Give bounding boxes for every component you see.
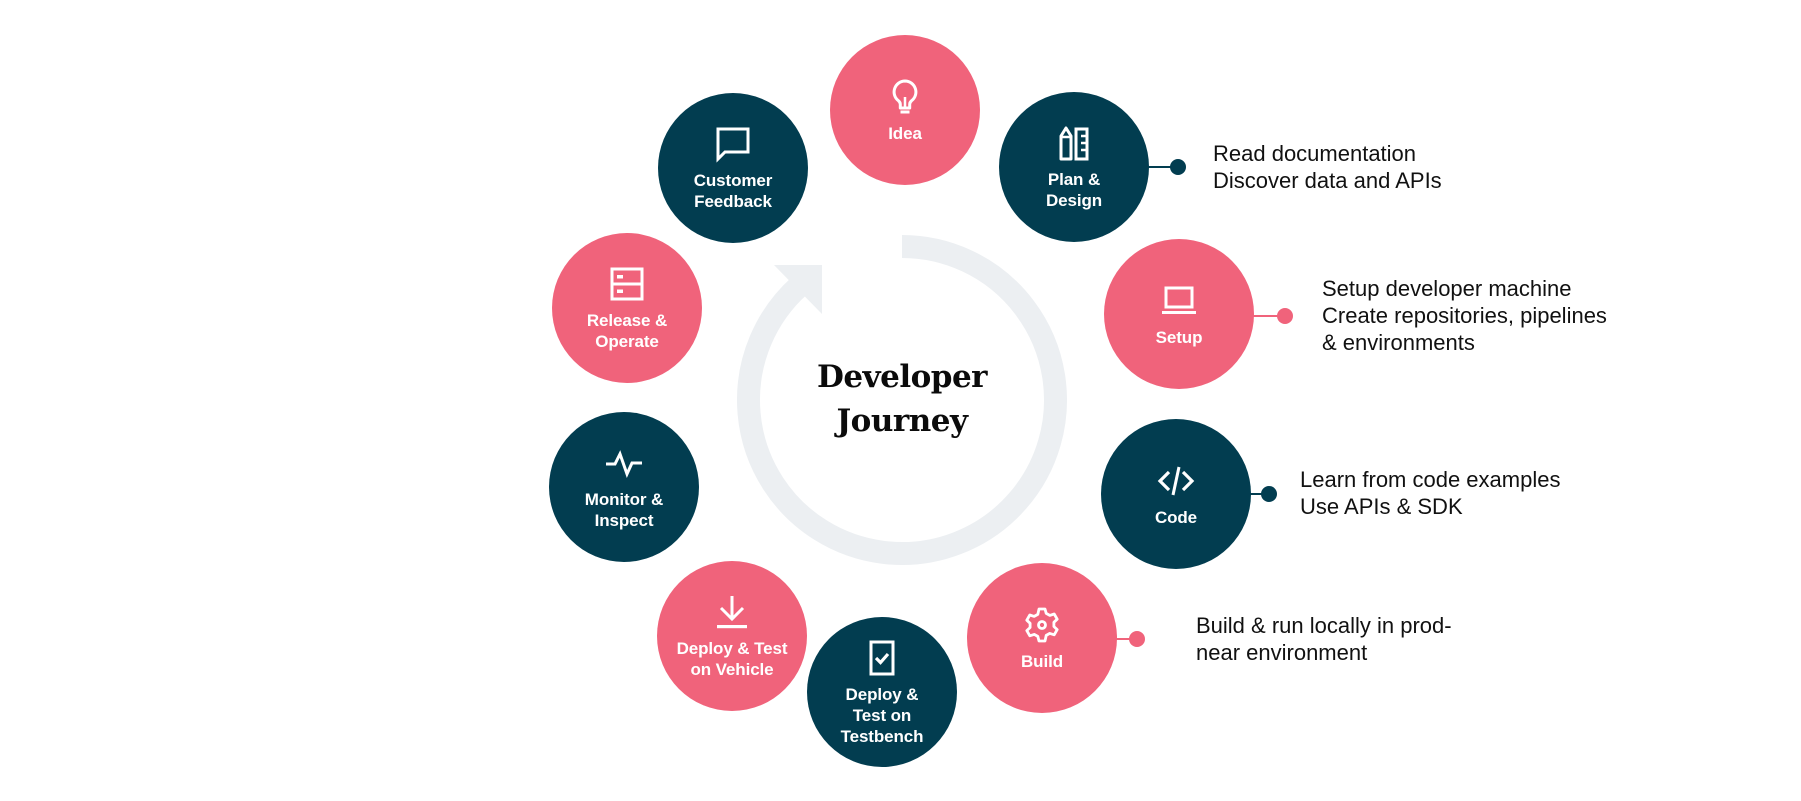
step-label: Monitor & Inspect	[584, 490, 664, 530]
build-connector-dot	[1129, 631, 1145, 647]
chat-bubble-icon	[713, 124, 753, 164]
step-label: Idea	[888, 123, 922, 143]
plan-design-notes: Read documentation Discover data and API…	[1213, 140, 1442, 194]
diagram-title: Developer Journey	[752, 355, 1052, 443]
step-code[interactable]: Code	[1101, 419, 1251, 569]
step-idea[interactable]: Idea	[830, 35, 980, 185]
download-icon	[712, 592, 752, 632]
title-line-2: Journey	[836, 403, 969, 439]
setup-notes: Setup developer machine Create repositor…	[1322, 275, 1607, 356]
lightbulb-icon	[885, 77, 925, 117]
code-connector-dot	[1261, 486, 1277, 502]
note-line: Use APIs & SDK	[1300, 494, 1463, 519]
note-line: Build & run locally in prod-	[1196, 613, 1452, 638]
note-line: near environment	[1196, 640, 1368, 665]
developer-journey-diagram: Developer Journey Idea Plan & Design Rea…	[0, 0, 1801, 801]
server-icon	[607, 264, 647, 304]
note-line: & environments	[1322, 330, 1475, 355]
title-line-1: Developer	[816, 359, 988, 395]
step-deploy-vehicle[interactable]: Deploy & Test on Vehicle	[657, 561, 807, 711]
step-release-operate[interactable]: Release & Operate	[552, 233, 702, 383]
step-plan-design[interactable]: Plan & Design	[999, 92, 1149, 242]
step-setup[interactable]: Setup	[1104, 239, 1254, 389]
step-build[interactable]: Build	[967, 563, 1117, 713]
step-customer-feedback[interactable]: Customer Feedback	[658, 93, 808, 243]
setup-connector-dot	[1277, 308, 1293, 324]
step-label: Release & Operate	[586, 311, 668, 351]
step-label: Setup	[1155, 327, 1203, 347]
build-notes: Build & run locally in prod- near enviro…	[1196, 612, 1452, 666]
step-deploy-testbench[interactable]: Deploy & Test on Testbench	[807, 617, 957, 767]
note-line: Create repositories, pipelines	[1322, 303, 1607, 328]
plan-design-connector-dot	[1170, 159, 1186, 175]
step-monitor-inspect[interactable]: Monitor & Inspect	[549, 412, 699, 562]
step-label: Build	[1021, 651, 1063, 671]
note-line: Learn from code examples	[1300, 467, 1561, 492]
step-label: Code	[1154, 507, 1198, 527]
step-label: Deploy & Test on Testbench	[840, 684, 924, 746]
pulse-icon	[604, 443, 644, 483]
code-icon	[1156, 461, 1196, 501]
step-label: Customer Feedback	[693, 171, 773, 211]
gear-icon	[1022, 605, 1062, 645]
laptop-icon	[1159, 281, 1199, 321]
pencil-ruler-icon	[1054, 123, 1094, 163]
note-line: Discover data and APIs	[1213, 168, 1442, 193]
note-line: Read documentation	[1213, 141, 1417, 166]
note-line: Setup developer machine	[1322, 276, 1572, 301]
step-label: Plan & Design	[1045, 170, 1103, 210]
code-notes: Learn from code examples Use APIs & SDK	[1300, 466, 1560, 520]
step-label: Deploy & Test on Vehicle	[676, 639, 788, 679]
checklist-icon	[862, 638, 902, 678]
